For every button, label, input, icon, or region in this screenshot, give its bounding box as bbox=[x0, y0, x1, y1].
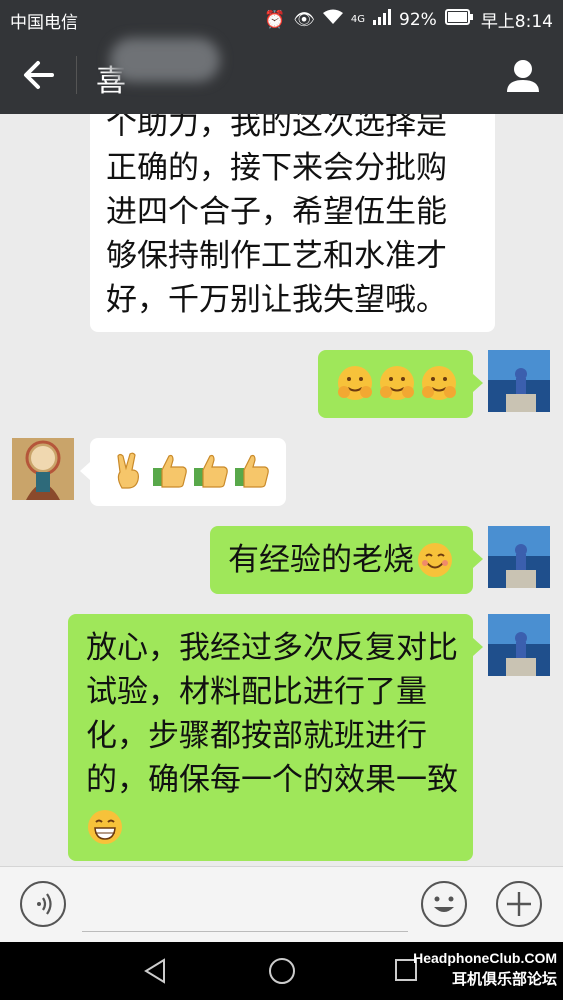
my-avatar[interactable] bbox=[488, 526, 550, 588]
bubble-tail bbox=[80, 462, 90, 480]
message-bubble-sent[interactable]: 放心，我经过多次反复对比 试验，材料配比进行了量 化，步骤都按部就班进行 的，确… bbox=[68, 614, 473, 861]
message-list[interactable]: 个助力，我的这次选择是 正确的，接下来会分批购 进四个合子，希望伍生能 够保持制… bbox=[0, 114, 563, 866]
message-bubble-received[interactable]: 个助力，我的这次选择是 正确的，接下来会分批购 进四个合子，希望伍生能 够保持制… bbox=[90, 114, 495, 332]
my-avatar[interactable] bbox=[488, 614, 550, 676]
message-input[interactable] bbox=[82, 931, 408, 932]
arrow-left-icon bbox=[24, 61, 54, 89]
status-bar: 中国电信 ⏰ 👁 4G 92% 早上8:14 bbox=[0, 0, 563, 38]
message-bubble-sent[interactable] bbox=[318, 350, 473, 418]
battery-percent: 92% bbox=[399, 9, 437, 30]
input-bar bbox=[0, 866, 563, 943]
hug-emoji-icon bbox=[380, 366, 414, 400]
thumbs-up-icon bbox=[235, 454, 269, 488]
clock: 早上8:14 bbox=[480, 12, 553, 32]
voice-button[interactable] bbox=[20, 881, 66, 927]
battery-icon bbox=[444, 9, 473, 30]
contact-info-button[interactable] bbox=[505, 58, 541, 98]
system-nav-bar: HeadphoneClub.COM 耳机俱乐部论坛 bbox=[0, 942, 563, 1000]
signal-icon bbox=[373, 9, 392, 30]
voice-icon bbox=[37, 893, 52, 915]
nav-back-icon[interactable] bbox=[142, 958, 168, 984]
bubble-tail bbox=[473, 550, 483, 568]
chat-header: 喜 bbox=[0, 38, 563, 114]
emoji-button[interactable] bbox=[421, 881, 467, 927]
my-avatar[interactable] bbox=[488, 350, 550, 412]
victory-hand-icon bbox=[117, 452, 139, 489]
message-text: 放心，我经过多次反复对比 试验，材料配比进行了量 化，步骤都按部就班进行 的，确… bbox=[86, 630, 458, 798]
message-bubble-sent[interactable]: 有经验的老烧 bbox=[210, 526, 473, 594]
thumbs-up-icon bbox=[194, 454, 228, 488]
smiley-icon bbox=[434, 896, 454, 912]
eye-icon: 👁 bbox=[293, 9, 315, 30]
message-text: 有经验的老烧 bbox=[228, 542, 414, 578]
plus-icon bbox=[507, 892, 531, 916]
hug-emoji-icon bbox=[338, 366, 372, 400]
more-button[interactable] bbox=[496, 881, 542, 927]
wifi-icon bbox=[322, 9, 343, 30]
alarm-icon: ⏰ bbox=[264, 9, 286, 30]
hug-emoji-icon bbox=[422, 366, 456, 400]
bubble-tail bbox=[473, 374, 483, 392]
contact-avatar[interactable] bbox=[12, 438, 74, 500]
redaction-blur bbox=[110, 38, 220, 82]
smile-emoji-icon bbox=[418, 543, 452, 577]
header-divider bbox=[76, 56, 77, 94]
bubble-tail bbox=[473, 638, 483, 656]
person-icon bbox=[507, 60, 539, 92]
watermark-forum: 耳机俱乐部论坛 bbox=[451, 971, 557, 988]
watermark: HeadphoneClub.COM 耳机俱乐部论坛 bbox=[413, 950, 557, 989]
nav-home-icon[interactable] bbox=[268, 957, 296, 985]
carrier-label: 中国电信 bbox=[10, 13, 78, 33]
network-type: 4G bbox=[350, 14, 366, 25]
message-bubble-received[interactable] bbox=[90, 438, 286, 506]
thumbs-up-icon bbox=[153, 454, 187, 488]
watermark-site: HeadphoneClub.COM bbox=[413, 950, 557, 966]
grin-emoji-icon bbox=[88, 810, 122, 844]
back-button[interactable] bbox=[22, 58, 56, 96]
